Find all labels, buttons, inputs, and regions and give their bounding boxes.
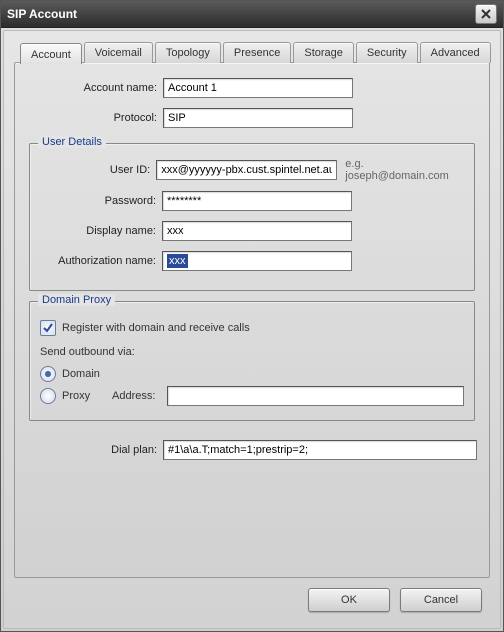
- domain-proxy-group: Domain Proxy Register with domain and re…: [29, 301, 475, 421]
- register-checkbox[interactable]: [40, 320, 56, 336]
- dial-plan-input[interactable]: [163, 440, 477, 460]
- auth-name-label: Authorization name:: [40, 255, 162, 267]
- tab-security[interactable]: Security: [356, 42, 418, 63]
- ok-button[interactable]: OK: [308, 588, 390, 612]
- display-name-input[interactable]: [162, 221, 352, 241]
- tab-presence[interactable]: Presence: [223, 42, 291, 63]
- tab-advanced[interactable]: Advanced: [420, 42, 491, 63]
- dialog-footer: OK Cancel: [14, 578, 490, 618]
- send-outbound-label: Send outbound via:: [40, 346, 464, 358]
- account-name-input[interactable]: [163, 78, 353, 98]
- tabs-row: Account Voicemail Topology Presence Stor…: [14, 41, 490, 62]
- user-id-hint: e.g. joseph@domain.com: [345, 158, 464, 182]
- auth-name-input[interactable]: xxx: [162, 251, 352, 271]
- tab-storage[interactable]: Storage: [293, 42, 354, 63]
- address-label: Address:: [112, 390, 155, 402]
- proxy-address-input[interactable]: [167, 386, 464, 406]
- display-name-label: Display name:: [40, 225, 162, 237]
- user-details-group: User Details User ID: e.g. joseph@domain…: [29, 143, 475, 291]
- protocol-input[interactable]: [163, 108, 353, 128]
- dial-plan-label: Dial plan:: [27, 444, 163, 456]
- checkmark-icon: [42, 322, 54, 334]
- close-button[interactable]: [475, 4, 497, 24]
- close-icon: [481, 9, 491, 19]
- proxy-radio[interactable]: [40, 388, 56, 404]
- tab-topology[interactable]: Topology: [155, 42, 221, 63]
- titlebar: SIP Account: [1, 1, 503, 28]
- user-id-input[interactable]: [156, 160, 337, 180]
- sip-account-window: SIP Account Account Voicemail Topology P…: [0, 0, 504, 632]
- domain-radio-label: Domain: [62, 368, 100, 380]
- user-id-label: User ID:: [40, 164, 156, 176]
- tab-voicemail[interactable]: Voicemail: [84, 42, 153, 63]
- user-details-legend: User Details: [38, 136, 106, 148]
- cancel-button[interactable]: Cancel: [400, 588, 482, 612]
- password-input[interactable]: [162, 191, 352, 211]
- domain-radio[interactable]: [40, 366, 56, 382]
- tab-account[interactable]: Account: [20, 43, 82, 64]
- domain-proxy-legend: Domain Proxy: [38, 294, 115, 306]
- account-panel: Account name: Protocol: User Details Use…: [14, 62, 490, 578]
- auth-name-selected-text: xxx: [167, 254, 188, 268]
- client-area: Account Voicemail Topology Presence Stor…: [3, 30, 501, 629]
- register-label: Register with domain and receive calls: [62, 322, 250, 334]
- window-title: SIP Account: [7, 7, 77, 21]
- protocol-label: Protocol:: [27, 112, 163, 124]
- proxy-radio-label: Proxy: [62, 390, 106, 402]
- account-name-label: Account name:: [27, 82, 163, 94]
- password-label: Password:: [40, 195, 162, 207]
